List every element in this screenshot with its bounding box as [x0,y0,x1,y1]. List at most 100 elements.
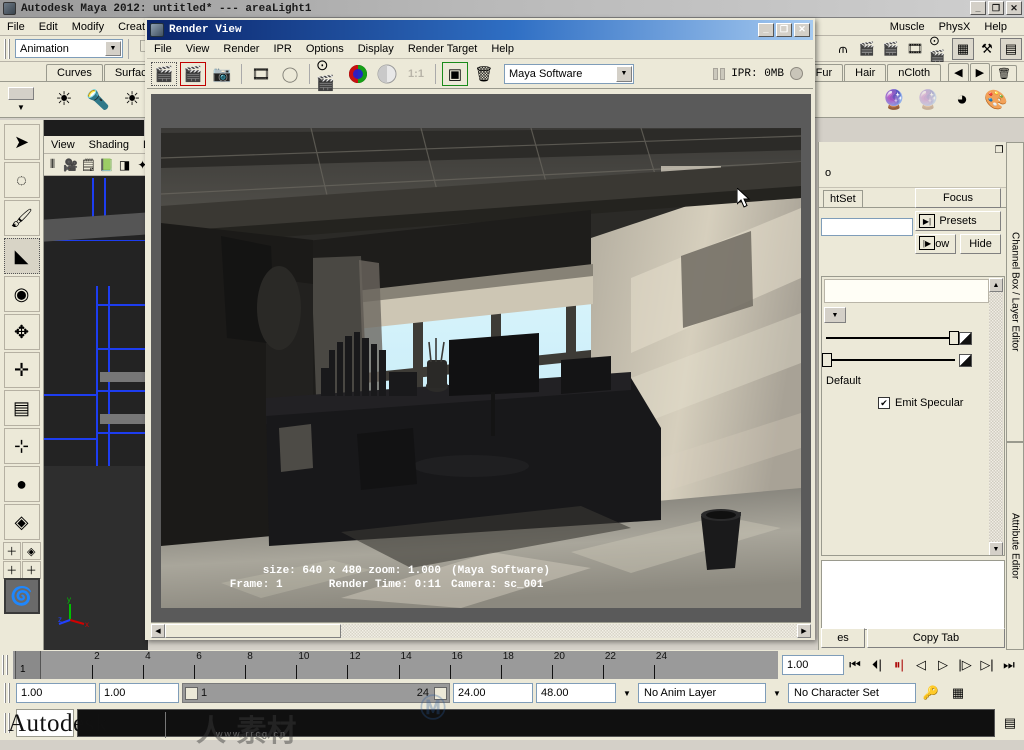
render-view-close-button[interactable]: ✕ [794,23,810,37]
step-forward-keyframe-icon[interactable]: ▷| [976,654,998,676]
step-back-keyframe-icon[interactable]: ⏴| [866,654,888,676]
render-view-menu-view[interactable]: View [179,42,217,56]
renderer-dropdown[interactable]: Maya Software ▼ [504,63,634,84]
one-to-one-ratio-icon[interactable]: 1:1 [403,61,429,86]
render-view-minimize-button[interactable]: _ [758,23,774,37]
point-light-icon[interactable]: ☀ [116,84,148,116]
time-slider-track[interactable]: 1 2 4 6 8 10 12 14 16 18 20 22 24 [13,651,778,679]
go-to-start-icon[interactable]: ⏮ [844,654,866,676]
map-button-icon[interactable] [959,331,972,345]
move-tool[interactable]: ◣ [3,238,40,274]
render-view-title-bar[interactable]: Render View _ ❐ ✕ [147,20,813,40]
shelf-tab-menu-button[interactable] [8,86,34,100]
keep-image-icon[interactable]: ▣ [442,61,468,86]
slider-track[interactable] [822,353,955,367]
layout-three-pane-button[interactable]: ＋ [2,561,21,579]
render-view-menu-options[interactable]: Options [299,42,351,56]
remove-image-icon[interactable]: 🗑 [471,61,497,86]
scroll-left-icon[interactable]: ◀ [151,623,165,638]
time-slider-cursor[interactable]: 1 [15,651,41,679]
character-set-select[interactable]: No Character Set [788,683,916,703]
directional-light-icon[interactable]: ☀ [48,84,80,116]
slider-thumb[interactable] [949,331,959,345]
attribute-slider-row-2[interactable] [822,351,990,369]
hide-button[interactable]: Hide [960,234,1001,254]
render-settings-icon[interactable]: ⊙🎬 [928,33,950,64]
render-view-menu-ipr[interactable]: IPR [266,42,298,56]
viewport-scene[interactable]: y x z [44,176,148,650]
shelf-prev-button[interactable]: ◀ [948,63,969,81]
focus-button[interactable]: Focus [915,188,1001,208]
layer-editor-icon[interactable]: ▤ [1000,37,1022,60]
render-view-maximize-button[interactable]: ❐ [776,23,792,37]
shelf-tab-ncloth[interactable]: nCloth [887,64,942,81]
range-slider-grip[interactable] [4,683,11,703]
alpha-channel-icon[interactable] [374,61,400,86]
go-to-end-icon[interactable]: ⏭ [998,654,1020,676]
attribute-color-field[interactable] [824,279,989,303]
maya-swirl-icon[interactable]: 🌀 [3,578,40,614]
time-slider-grip[interactable] [2,655,9,675]
select-connected-right-icon[interactable]: |▶ [919,236,935,250]
current-time-field[interactable]: 1.00 [782,655,844,675]
rotate-tool[interactable]: ◉ [3,276,40,312]
render-view-menu-render-target[interactable]: Render Target [401,42,485,56]
soft-modification-tool[interactable]: ▤ [3,390,40,426]
batch-render-icon[interactable]: 🎞 [904,37,926,60]
paint-select-tool[interactable]: 🖌 [3,200,40,236]
bookmark-icon[interactable]: 🗒 [80,156,97,174]
paint-palette-icon[interactable]: 🎨 [980,84,1012,116]
menu-set-dropdown[interactable]: Animation ▼ [15,39,123,58]
tab-attribute-editor[interactable]: Attribute Editor [1006,442,1024,650]
layout-two-pane-button[interactable]: ＋ [2,542,21,560]
viewport-menu-view[interactable]: View [44,138,82,152]
render-view-menu-file[interactable]: File [147,42,179,56]
redo-previous-render-icon[interactable]: 🎬 [180,61,206,86]
menu-edit[interactable]: Edit [32,20,65,34]
attribute-dropdown-icon[interactable]: ▼ [824,307,846,323]
play-backwards-icon[interactable]: ◁ [910,654,932,676]
animation-end-field[interactable]: 48.00 [536,683,616,703]
blinn-shader-icon[interactable]: ◕ [946,84,978,116]
range-end-handle[interactable] [434,687,447,700]
rgb-channel-icon[interactable] [345,61,371,86]
script-editor-icon[interactable]: ▤ [998,711,1022,735]
ipr-render-icon[interactable]: 🎞 [248,61,274,86]
select-hierarchy-icon[interactable]: ⫙ [832,37,854,60]
outliner-icon[interactable]: ⚒ [976,37,998,60]
universal-manipulator-tool[interactable]: ✛ [3,352,40,388]
select-connected-left-icon[interactable]: ▶| [919,214,935,228]
render-region-icon[interactable]: ⊙🎬 [316,57,342,92]
image-plane-icon[interactable]: 📗 [98,156,115,174]
render-sphere-icon[interactable]: 🔮 [878,84,910,116]
attribute-scrollbar[interactable]: ▲ ▼ [989,278,1003,555]
lasso-select-tool[interactable]: ◌ [3,162,40,198]
attribute-editor-tab-lightset[interactable]: htSet [823,190,863,207]
trash-icon[interactable]: 🗑 [991,65,1017,81]
slider-thumb[interactable] [822,353,832,367]
menu-modify[interactable]: Modify [65,20,111,34]
animation-clip-icon[interactable]: 🎬 [856,37,878,60]
range-end-field[interactable]: 24.00 [453,683,533,703]
undock-icon[interactable]: ❐ [995,145,1004,156]
attribute-slider-row-1[interactable] [822,329,990,347]
scale-tool[interactable]: ✥ [3,314,40,350]
camera-attributes-icon[interactable]: 🎥 [62,156,79,174]
step-back-frame-icon[interactable]: ⏸| [888,654,910,676]
viewport-grip[interactable]: ⦀ [44,156,61,174]
render-view-menu-display[interactable]: Display [351,42,401,56]
character-set-chevron-icon[interactable]: ▼ [769,685,785,701]
layout-persp-button[interactable]: ◈ [22,542,41,560]
range-start-handle[interactable] [185,687,198,700]
shelf-next-button[interactable]: ▶ [969,63,991,81]
status-line-grip[interactable] [4,38,11,59]
map-button-icon[interactable] [959,353,972,367]
attribute-scroll-area[interactable]: ▼ Default ✔ Emit Specular ▲ ▼ [821,276,1005,556]
render-view-menu-render[interactable]: Render [216,42,266,56]
auto-keyframe-key-icon[interactable]: 🔑 [919,681,943,705]
node-name-field[interactable] [821,218,913,236]
close-button[interactable]: ✕ [1006,1,1022,15]
menu-physx[interactable]: PhysX [932,20,978,34]
render-view-horizontal-scrollbar[interactable]: ◀ ▶ [151,622,811,638]
menu-file[interactable]: File [0,20,32,34]
